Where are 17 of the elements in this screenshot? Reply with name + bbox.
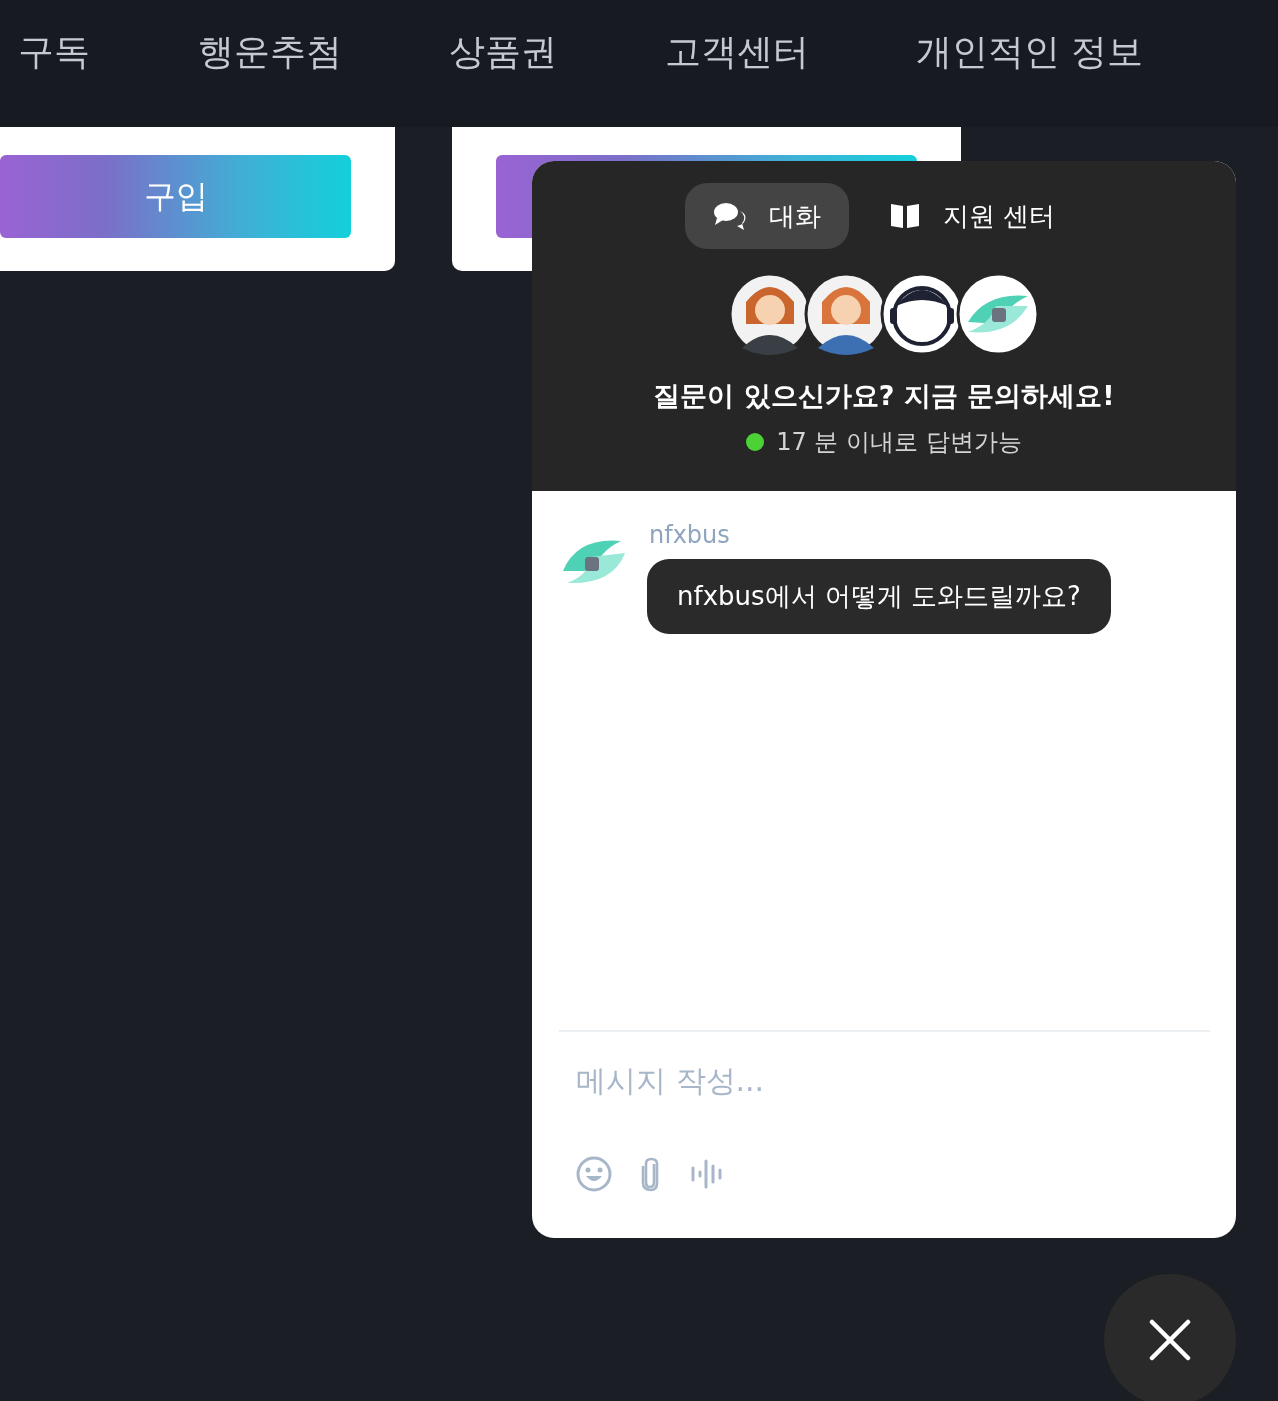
nav-link[interactable]: 개인적인 정보 [916,28,1144,77]
voice-icon[interactable] [690,1158,724,1190]
tab[interactable]: 대화 [684,183,849,249]
chat-bubbles-icon [712,201,747,231]
nav-link[interactable]: 고객센터 [665,28,916,77]
response-time: 17 분 이내로 답변가능 [776,427,1022,458]
logo-icon [956,272,1040,356]
book-icon [888,202,921,230]
tab[interactable]: 지원 센터 [860,183,1084,249]
sender-name: nfxbus [649,521,730,549]
nav-link[interactable]: 구독 [18,28,198,77]
emoji-icon[interactable] [576,1156,612,1192]
message-bubble: nfxbus에서 어떻게 도와드릴까요? [647,559,1111,634]
headline: 질문이 있으신가요? 지금 문의하세요! [653,379,1115,413]
close-icon [1149,1319,1191,1361]
nav-link[interactable]: 상품권 [449,28,665,77]
nav-link[interactable]: 행운추첨 [198,28,449,77]
